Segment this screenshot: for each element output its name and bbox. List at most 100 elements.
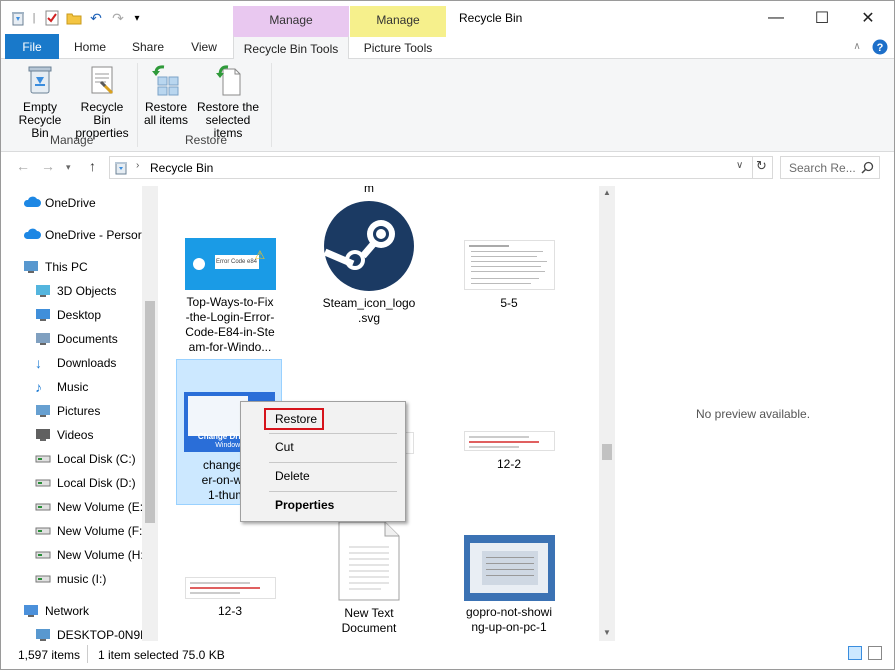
nav-item[interactable]: DESKTOP-0N9D( bbox=[35, 624, 153, 641]
file-name-line: Top-Ways-to-Fix bbox=[186, 295, 274, 309]
nav-item[interactable]: 3D Objects bbox=[35, 280, 116, 302]
file-item-partial[interactable]: m bbox=[352, 186, 386, 196]
back-arrow-icon[interactable]: ← bbox=[16, 158, 30, 174]
customize-qa-icon[interactable]: ▾ bbox=[131, 9, 143, 27]
restore-all-label-2: all items bbox=[143, 113, 188, 127]
nav-item-label: Network bbox=[45, 604, 90, 618]
nav-item-label: Music bbox=[57, 380, 89, 394]
file-item[interactable]: 12-2 bbox=[454, 431, 564, 472]
redo-icon[interactable]: ↷ bbox=[109, 9, 127, 27]
search-icon[interactable] bbox=[861, 161, 874, 174]
menu-separator bbox=[269, 462, 397, 463]
properties-check-icon[interactable] bbox=[43, 9, 61, 27]
help-icon[interactable]: ? bbox=[871, 34, 889, 59]
file-item[interactable]: New Text Document bbox=[314, 521, 424, 636]
close-button[interactable]: ✕ bbox=[845, 5, 891, 31]
nav-item[interactable]: This PC bbox=[23, 256, 88, 278]
text-document-icon bbox=[338, 521, 400, 601]
recycle-bin-properties-button[interactable]: Recycle Bin properties bbox=[71, 63, 133, 140]
tab-home[interactable]: Home bbox=[63, 34, 117, 59]
recent-locations-icon[interactable]: ▾ bbox=[66, 162, 71, 173]
download-icon: ↓ bbox=[35, 355, 42, 371]
properties-icon bbox=[91, 66, 114, 95]
collapse-ribbon-icon[interactable]: ∧ bbox=[847, 34, 867, 59]
menu-item-restore[interactable]: Restore bbox=[275, 412, 317, 426]
nav-item[interactable]: Network bbox=[23, 600, 89, 622]
nav-item[interactable]: music (I:) bbox=[35, 568, 106, 590]
empty-recycle-bin-button[interactable]: Empty Recycle Bin bbox=[9, 63, 71, 140]
large-icons-view-icon[interactable] bbox=[868, 646, 882, 660]
file-item[interactable]: 5-5 bbox=[454, 240, 564, 311]
nav-item-label: New Volume (H:) bbox=[57, 548, 148, 562]
ribbon-group-separator bbox=[137, 63, 138, 147]
file-pane-scrollbar[interactable]: ▲ ▼ bbox=[599, 186, 615, 641]
tab-share[interactable]: Share bbox=[121, 34, 175, 59]
address-dropdown-icon[interactable]: ∨ bbox=[736, 160, 743, 171]
file-item[interactable]: 12-3 bbox=[176, 577, 284, 619]
drive-icon bbox=[35, 524, 51, 538]
nav-item[interactable]: New Volume (H:) bbox=[35, 544, 148, 566]
computer-icon bbox=[23, 260, 39, 274]
nav-item[interactable]: ↓ Downloads bbox=[35, 352, 116, 374]
nav-item-label: Local Disk (C:) bbox=[57, 452, 136, 466]
nav-item[interactable]: Documents bbox=[35, 328, 118, 350]
steam-logo-icon bbox=[323, 201, 414, 291]
nav-item-label: OneDrive - Persor bbox=[45, 228, 142, 242]
nav-item[interactable]: ♪ Music bbox=[35, 376, 88, 398]
forward-arrow-icon[interactable]: → bbox=[41, 158, 55, 174]
file-name-line: 12-2 bbox=[496, 457, 522, 471]
scroll-up-icon[interactable]: ▲ bbox=[603, 188, 611, 197]
nav-item[interactable]: New Volume (F:) bbox=[35, 520, 146, 542]
computer-icon bbox=[35, 628, 51, 641]
menu-separator bbox=[269, 433, 397, 434]
tab-recycle-bin-tools[interactable]: Recycle Bin Tools bbox=[233, 34, 349, 60]
nav-pane-scrollbar[interactable] bbox=[142, 186, 158, 641]
file-pane-scrollbar-thumb[interactable] bbox=[602, 444, 612, 460]
file-item[interactable]: Steam_icon_logo .svg bbox=[314, 200, 424, 326]
breadcrumb-chevron-icon[interactable]: › bbox=[136, 160, 139, 171]
nav-item-label: New Volume (E:) bbox=[57, 500, 148, 514]
address-path[interactable]: Recycle Bin bbox=[150, 161, 213, 175]
nav-item[interactable]: Local Disk (C:) bbox=[35, 448, 136, 470]
network-icon bbox=[23, 604, 39, 618]
address-bar[interactable]: › Recycle Bin ∨ ↻ bbox=[109, 156, 773, 179]
menu-item-cut[interactable]: Cut bbox=[275, 440, 294, 454]
error-thumbnail: Error Code e84 ⚠ bbox=[184, 238, 276, 290]
up-arrow-icon[interactable]: ↑ bbox=[89, 158, 96, 174]
search-box[interactable]: Search Re... bbox=[780, 156, 880, 179]
menu-item-properties[interactable]: Properties bbox=[275, 498, 334, 512]
search-input[interactable]: Search Re... bbox=[789, 161, 856, 175]
file-name-line: 12-3 bbox=[217, 604, 243, 618]
file-name-line: Code-E84-in-Ste bbox=[185, 325, 275, 339]
drive-icon bbox=[35, 572, 51, 586]
recycle-bin-tools-context-label: Manage bbox=[233, 6, 349, 34]
nav-item[interactable]: Desktop bbox=[35, 304, 101, 326]
file-name-line: am-for-Windo... bbox=[188, 340, 272, 354]
restore-all-items-button[interactable]: Restore all items bbox=[141, 63, 191, 127]
maximize-button[interactable]: ☐ bbox=[799, 5, 845, 31]
nav-item[interactable]: Local Disk (D:) bbox=[35, 472, 136, 494]
undo-icon[interactable]: ↶ bbox=[87, 9, 105, 27]
tab-picture-tools[interactable]: Picture Tools bbox=[350, 34, 446, 59]
file-item[interactable]: gopro-not-showi ng-up-on-pc-1 bbox=[454, 535, 564, 635]
nav-item[interactable]: OneDrive - Persor bbox=[23, 224, 142, 246]
details-view-icon[interactable] bbox=[848, 646, 862, 660]
file-item[interactable]: Error Code e84 ⚠ Top-Ways-to-Fix -the-Lo… bbox=[176, 238, 284, 355]
nav-item[interactable]: New Volume (E:) bbox=[35, 496, 147, 518]
scroll-down-icon[interactable]: ▼ bbox=[603, 628, 611, 637]
restore-selected-items-button[interactable]: Restore the selected items bbox=[191, 63, 265, 140]
nav-item-label: Downloads bbox=[57, 356, 117, 370]
error-code-badge: Error Code e84 bbox=[214, 255, 259, 269]
minimize-button[interactable]: — bbox=[753, 5, 799, 31]
new-folder-icon[interactable] bbox=[65, 9, 83, 27]
nav-pane-scrollbar-thumb[interactable] bbox=[145, 301, 155, 523]
menu-item-delete[interactable]: Delete bbox=[275, 469, 310, 483]
drive-icon bbox=[35, 500, 51, 514]
refresh-icon[interactable]: ↻ bbox=[756, 158, 767, 174]
nav-item[interactable]: Pictures bbox=[35, 400, 100, 422]
tab-view[interactable]: View bbox=[179, 34, 229, 59]
tab-file[interactable]: File bbox=[5, 34, 59, 59]
nav-item[interactable]: OneDrive bbox=[23, 192, 96, 214]
nav-item[interactable]: Videos bbox=[35, 424, 93, 446]
restore-selected-icon bbox=[216, 65, 241, 96]
